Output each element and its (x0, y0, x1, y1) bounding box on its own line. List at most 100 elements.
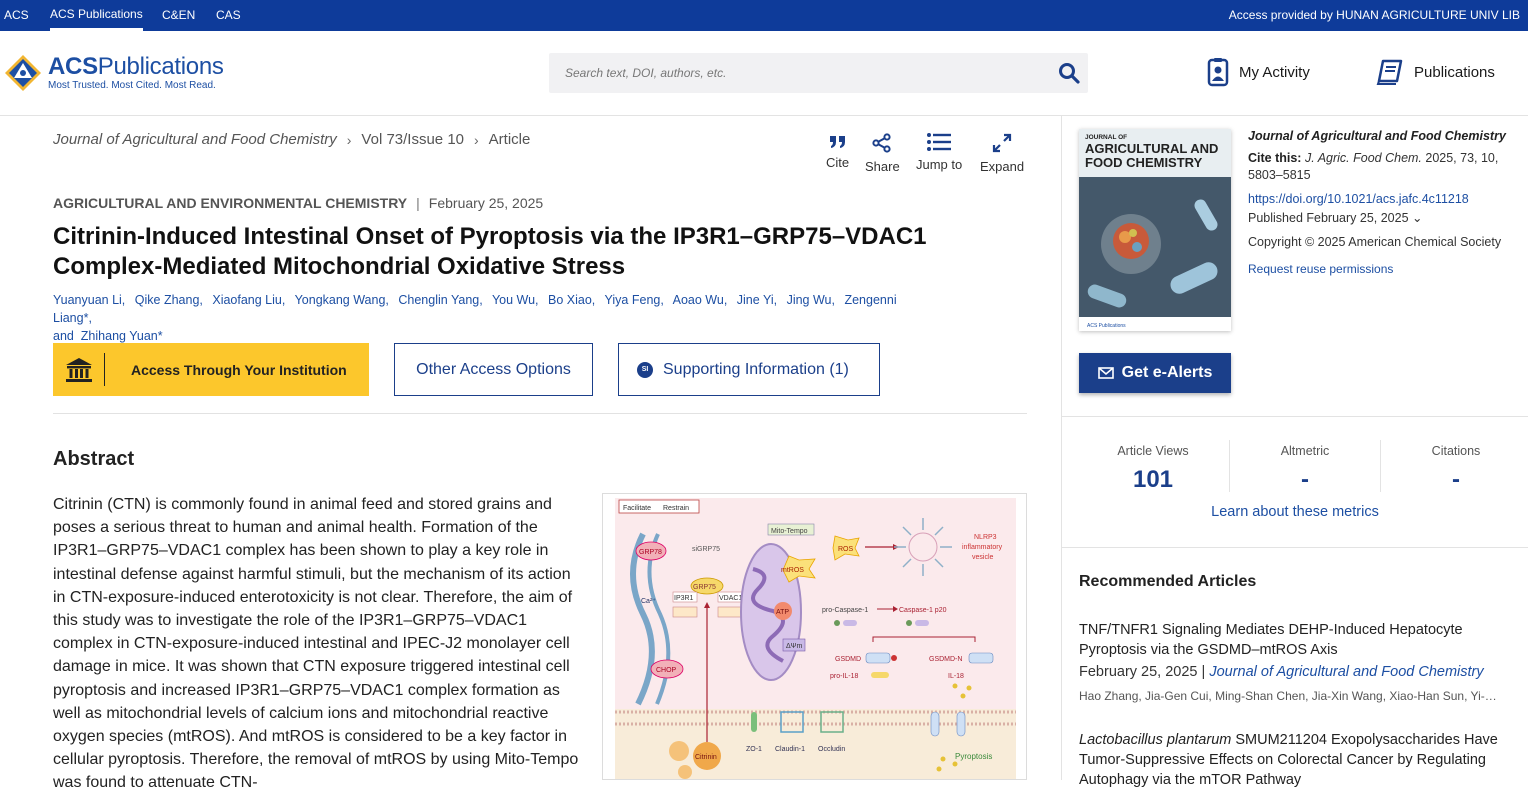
citations-value: - (1452, 466, 1460, 493)
label-mtros: mtROS (781, 567, 804, 574)
label-ip3r1: IP3R1 (674, 595, 694, 602)
author-link[interactable]: Yiya Feng, (605, 293, 664, 307)
author-link[interactable]: and Zhihang Yuan* (53, 329, 163, 343)
article-views-label: Article Views (1117, 444, 1189, 458)
label-gsdmdn: GSDMD-N (929, 656, 962, 663)
published-date[interactable]: Published February 25, 2025 ⌄ (1248, 210, 1423, 225)
article-date: February 25, 2025 (428, 195, 544, 211)
reuse-permissions-link[interactable]: Request reuse permissions (1248, 262, 1393, 276)
label-vdac1: VDAC1 (719, 595, 742, 602)
legend-facilitate: Facilitate (623, 505, 651, 512)
envelope-icon (1097, 367, 1114, 379)
search-box (549, 53, 1088, 93)
get-e-alerts-button[interactable]: Get e-Alerts (1079, 353, 1231, 393)
recommended-article-meta: February 25, 2025 | Journal of Agricultu… (1079, 664, 1484, 680)
topbar-link-acs[interactable]: ACS (4, 0, 29, 31)
legend-restrain: Restrain (663, 505, 689, 512)
book-icon (1376, 59, 1403, 85)
label-ca: Ca²⁺ (641, 598, 656, 605)
copyright-text: Copyright © 2025 American Chemical Socie… (1248, 235, 1502, 249)
si-badge-icon: SI (637, 361, 653, 378)
label-nlrp3: NLRP3 (974, 534, 997, 541)
search-icon[interactable] (1058, 62, 1080, 84)
citations-metric: Citations - (1381, 444, 1528, 494)
access-institution-button[interactable]: Access Through Your Institution (53, 343, 369, 396)
cover-line3: FOOD CHEMISTRY (1085, 155, 1203, 170)
author-link[interactable]: Bo Xiao, (548, 293, 595, 307)
acs-logo-icon (5, 55, 41, 91)
recommended-article-date: February 25, 2025 (1079, 664, 1198, 680)
author-link[interactable]: Yuanyuan Li, (53, 293, 125, 307)
author-link[interactable]: Yongkang Wang, (295, 293, 389, 307)
abstract-heading: Abstract (53, 448, 135, 470)
cite-button[interactable]: Cite (826, 133, 849, 177)
journal-cover-image[interactable]: JOURNAL OF AGRICULTURAL AND FOOD CHEMIST… (1079, 129, 1231, 331)
recommended-article-journal[interactable]: Journal of Agricultural and Food Chemist… (1209, 664, 1483, 680)
article-views-value: 101 (1132, 466, 1174, 493)
label-ros: ROS (838, 546, 854, 553)
label-atp: ATP (776, 609, 789, 616)
top-bar: ACS ACS Publications C&EN CAS Access pro… (0, 0, 1528, 31)
supporting-information-label: Supporting Information (1) (663, 360, 849, 378)
separator: | (416, 195, 420, 211)
label-gsdmd: GSDMD (835, 656, 861, 663)
other-access-options-button[interactable]: Other Access Options (394, 343, 593, 396)
article-subject-line: AGRICULTURAL AND ENVIRONMENTAL CHEMISTRY… (53, 195, 543, 211)
chevron-right-icon: › (474, 131, 479, 148)
share-button[interactable]: Share (865, 133, 900, 177)
topbar-link-cas[interactable]: CAS (216, 0, 241, 31)
supporting-information-button[interactable]: SI Supporting Information (1) (618, 343, 880, 396)
chevron-right-icon: › (346, 131, 352, 148)
sidebar-journal-name: Journal of Agricultural and Food Chemist… (1248, 129, 1506, 143)
my-activity-link[interactable]: My Activity (1207, 56, 1310, 88)
breadcrumb-issue[interactable]: Vol 73/Issue 10 (361, 131, 464, 148)
label-citrinin: Citrinin (695, 754, 717, 761)
access-institution-label: Access Through Your Institution (131, 361, 347, 378)
label-zo1: ZO-1 (746, 746, 762, 753)
topbar-link-cen[interactable]: C&EN (162, 0, 195, 31)
label-caspase: Caspase-1 p20 (899, 607, 947, 614)
label-grp75: GRP75 (693, 584, 716, 591)
article-category[interactable]: AGRICULTURAL AND ENVIRONMENTAL CHEMISTRY (53, 195, 407, 211)
label-inflammatory: inflammatory (962, 544, 1003, 551)
search-input[interactable] (549, 53, 1049, 93)
cover-footer: ACS Publications (1087, 323, 1126, 329)
doi-link[interactable]: https://doi.org/10.1021/acs.jafc.4c11218 (1248, 192, 1469, 206)
topbar-link-acs-publications[interactable]: ACS Publications (50, 0, 143, 31)
jump-to-label: Jump to (916, 157, 963, 172)
my-activity-label: My Activity (1239, 63, 1310, 81)
altmetric-metric: Altmetric - (1230, 444, 1380, 494)
label-pyroptosis: Pyroptosis (955, 752, 992, 761)
label-chop: CHOP (656, 667, 677, 674)
altmetric-value: - (1301, 466, 1309, 493)
label-il18: IL-18 (948, 673, 964, 680)
toc-graphic[interactable]: Facilitate Restrain GRP78 siGRP75 GRP75 … (602, 493, 1027, 780)
access-provider-text: Access provided by HUNAN AGRICULTURE UNI… (1228, 8, 1520, 22)
recommended-article-title[interactable]: Lactobacillus plantarum SMUM211204 Exopo… (1079, 730, 1519, 790)
author-link[interactable]: Jing Wu, (787, 293, 835, 307)
recommended-article-authors: Hao Zhang, Jia-Gen Cui, Ming-Shan Chen, … (1079, 689, 1497, 703)
share-icon (872, 133, 891, 153)
cite-this-label: Cite this: (1248, 151, 1302, 165)
author-link[interactable]: You Wu, (492, 293, 539, 307)
publications-link[interactable]: Publications (1376, 56, 1495, 88)
author-link[interactable]: Chenglin Yang, (398, 293, 482, 307)
recommended-article-title[interactable]: TNF/TNFR1 Signaling Mediates DEHP-Induce… (1079, 620, 1509, 660)
expand-icon (992, 133, 1012, 153)
author-link[interactable]: Qike Zhang, (135, 293, 203, 307)
jump-to-button[interactable]: Jump to (916, 133, 962, 177)
label-procaspase: pro-Caspase-1 (822, 607, 868, 614)
divider (1062, 547, 1528, 548)
expand-button[interactable]: Expand (980, 133, 1024, 177)
quote-icon (829, 136, 845, 148)
acs-publications-logo[interactable]: ACSPublications Most Trusted. Most Cited… (4, 52, 244, 96)
divider (1062, 416, 1528, 417)
author-link[interactable]: Xiaofang Liu, (212, 293, 285, 307)
author-link[interactable]: Aoao Wu, (673, 293, 728, 307)
author-link[interactable]: Jine Yi, (737, 293, 777, 307)
learn-metrics-link[interactable]: Learn about these metrics (1062, 504, 1528, 520)
label-sigrp75: siGRP75 (692, 546, 720, 553)
chevron-down-icon: ⌄ (1412, 211, 1423, 225)
sidebar-divider (1061, 116, 1062, 780)
breadcrumb-journal[interactable]: Journal of Agricultural and Food Chemist… (53, 131, 337, 148)
